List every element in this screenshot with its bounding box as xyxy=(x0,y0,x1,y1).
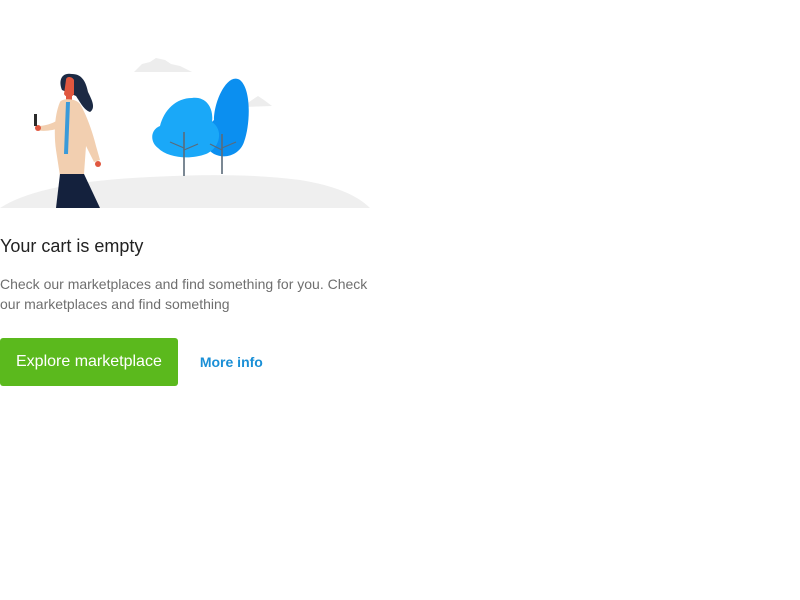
empty-cart-page: Your cart is empty Check our marketplace… xyxy=(0,0,800,600)
phone-shape xyxy=(34,114,37,126)
empty-cart-illustration xyxy=(0,58,370,208)
more-info-link[interactable]: More info xyxy=(200,354,263,370)
ground-shape xyxy=(0,175,370,208)
woman-coat xyxy=(54,99,100,176)
tree-group xyxy=(152,78,249,176)
explore-marketplace-button[interactable]: Explore marketplace xyxy=(0,338,178,386)
tree-foliage xyxy=(152,97,220,158)
empty-cart-description: Check our marketplaces and find somethin… xyxy=(0,276,368,312)
empty-cart-title: Your cart is empty xyxy=(0,236,144,256)
empty-cart-actions: Explore marketplace More info xyxy=(0,338,263,386)
cloud-shape xyxy=(134,58,192,72)
